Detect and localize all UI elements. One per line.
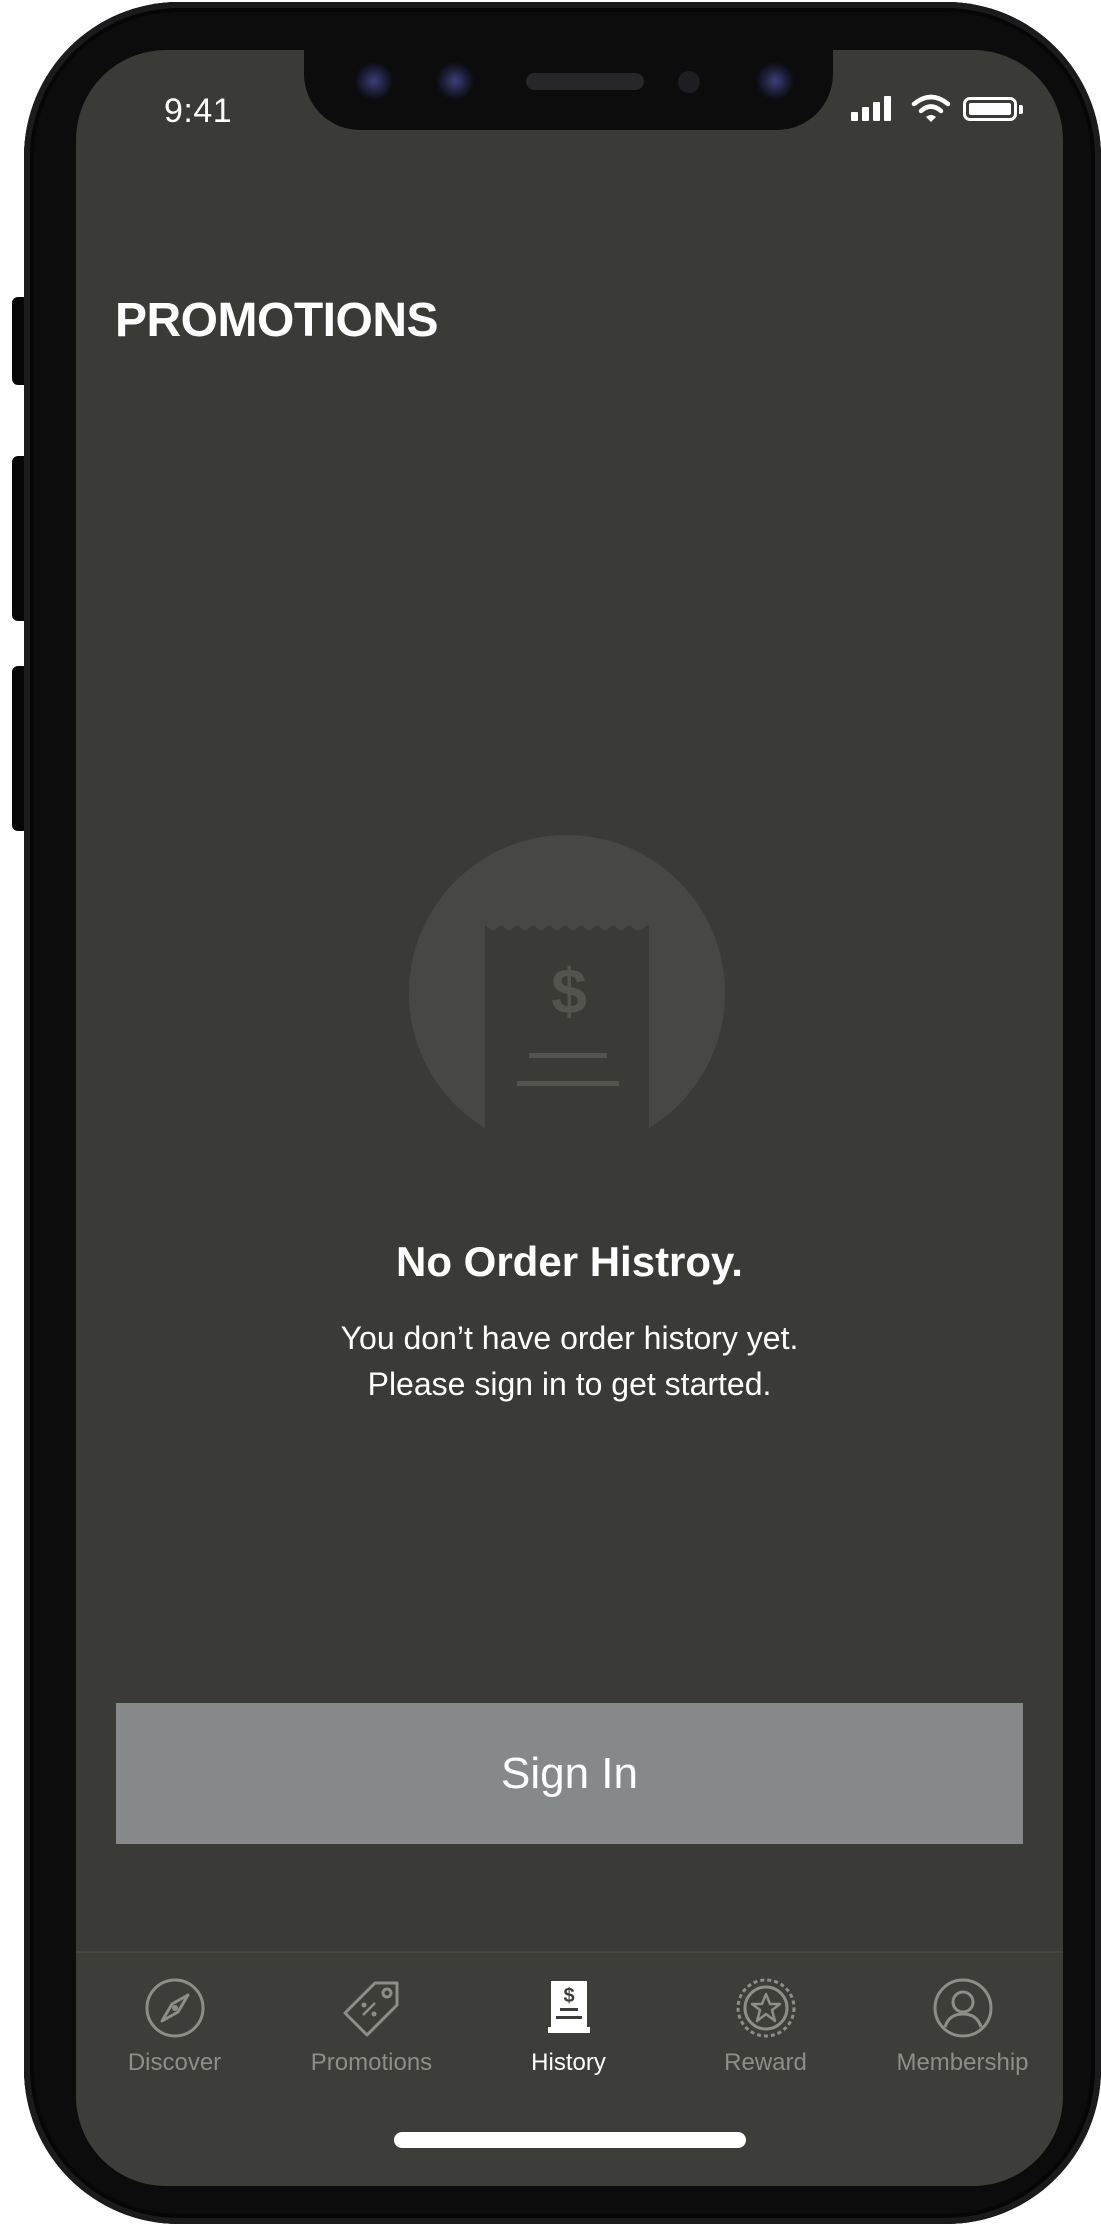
app-screen: 9:41 PROMOTIONS $ No Order Histroy. You … [76, 50, 1063, 2186]
notch [304, 50, 833, 130]
tab-label-history: History [531, 2049, 606, 2076]
sign-in-button[interactable]: Sign In [116, 1703, 1023, 1844]
receipt-dollar-icon: $ [409, 835, 725, 1151]
tag-icon [343, 1981, 399, 2037]
tab-discover[interactable]: Discover [76, 1953, 273, 2103]
proximity-sensor [678, 71, 700, 93]
user-circle-icon [933, 1978, 993, 2038]
front-camera-left [355, 62, 393, 100]
earpiece-speaker [526, 73, 644, 90]
face-id-sensor [756, 62, 794, 100]
status-icons [851, 94, 1026, 124]
battery-icon [963, 97, 1017, 121]
tab-label-discover: Discover [127, 2049, 222, 2076]
status-time: 9:41 [164, 92, 233, 130]
device-stage: 9:41 PROMOTIONS $ No Order Histroy. You … [0, 0, 1101, 2227]
tab-promotions[interactable]: Promotions [273, 1953, 470, 2103]
receipt-icon: $ [548, 1981, 590, 2033]
wifi-icon [911, 94, 951, 122]
home-indicator[interactable] [394, 2132, 746, 2148]
tab-label-reward: Reward [724, 2049, 807, 2076]
tab-label-promotions: Promotions [310, 2049, 433, 2076]
empty-state-message-line-1: You don’t have order history yet. [340, 1320, 799, 1356]
page-title: PROMOTIONS [115, 294, 439, 347]
front-camera-right [436, 62, 474, 100]
tab-bar: Discover Promotions $ History Reward Mem… [76, 1951, 1063, 2186]
tab-membership[interactable]: Membership [864, 1953, 1061, 2103]
empty-state-message-line-2: Please sign in to get started. [367, 1366, 772, 1402]
tab-label-membership: Membership [896, 2049, 1029, 2076]
svg-text:$: $ [563, 1985, 574, 2007]
tab-history[interactable]: $ History [470, 1953, 667, 2103]
empty-state-title: No Order Histroy. [396, 1238, 743, 1285]
svg-text:$: $ [551, 955, 587, 1027]
compass-icon [145, 1978, 205, 2038]
star-badge-icon [736, 1978, 796, 2038]
tab-reward[interactable]: Reward [667, 1953, 864, 2103]
